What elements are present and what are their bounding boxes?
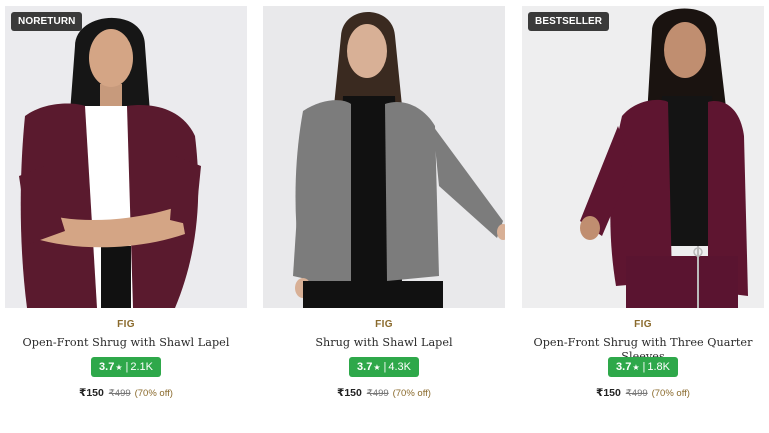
- product-name[interactable]: Open-Front Shrug with Three Quarter Slee…: [522, 336, 764, 363]
- star-icon: ★: [115, 363, 123, 372]
- mrp-price: ₹499: [366, 388, 389, 399]
- product-card[interactable]: NORETURN FIG Open-Front Shrug with Shawl…: [5, 6, 247, 406]
- product-image[interactable]: NORETURN: [5, 6, 247, 308]
- rating-separator: |: [383, 361, 387, 373]
- product-brand: FIG: [117, 319, 135, 330]
- product-card[interactable]: BESTSELLER FIG Open-Front Shrug with Thr…: [522, 6, 764, 406]
- product-grid: NORETURN FIG Open-Front Shrug with Shawl…: [0, 0, 769, 433]
- rating-badge: 3.7★ | 1.8K: [608, 357, 678, 377]
- rating-badge: 3.7★ | 4.3K: [349, 357, 419, 377]
- mrp-price: ₹499: [108, 388, 131, 399]
- selling-price: ₹150: [79, 387, 104, 399]
- product-image[interactable]: BESTSELLER: [522, 6, 764, 308]
- product-photo-illustration: [263, 6, 505, 308]
- product-brand: FIG: [634, 319, 652, 330]
- review-count: 2.1K: [130, 361, 153, 373]
- product-badge: BESTSELLER: [528, 12, 610, 31]
- selling-price: ₹150: [596, 387, 621, 399]
- price-row: ₹150 ₹499 (70% off): [5, 386, 247, 400]
- product-badge: NORETURN: [11, 12, 83, 31]
- rating-badge: 3.7★ | 2.1K: [91, 357, 161, 377]
- rating-score: 3.7: [357, 361, 373, 373]
- rating-separator: |: [125, 361, 129, 373]
- price-row: ₹150 ₹499 (70% off): [263, 386, 505, 400]
- product-photo-illustration: [5, 6, 247, 308]
- product-info: FIG Open-Front Shrug with Shawl Lapel 3.…: [5, 319, 247, 400]
- discount-text: (70% off): [134, 388, 173, 399]
- product-name[interactable]: Open-Front Shrug with Shawl Lapel: [5, 336, 247, 350]
- product-name[interactable]: Shrug with Shawl Lapel: [263, 336, 505, 350]
- product-card[interactable]: FIG Shrug with Shawl Lapel 3.7★ | 4.3K ₹15…: [263, 6, 505, 406]
- product-info: FIG Shrug with Shawl Lapel 3.7★ | 4.3K ₹15…: [263, 319, 505, 400]
- discount-text: (70% off): [651, 388, 690, 399]
- review-count: 1.8K: [647, 361, 670, 373]
- rating-score: 3.7: [99, 361, 115, 373]
- product-brand: FIG: [375, 319, 393, 330]
- product-info: FIG Open-Front Shrug with Three Quarter …: [522, 319, 764, 400]
- mrp-price: ₹499: [625, 388, 648, 399]
- price-row: ₹150 ₹499 (70% off): [522, 386, 764, 400]
- discount-text: (70% off): [392, 388, 431, 399]
- star-icon: ★: [373, 363, 381, 372]
- selling-price: ₹150: [337, 387, 362, 399]
- rating-separator: |: [642, 361, 646, 373]
- review-count: 4.3K: [388, 361, 411, 373]
- star-icon: ★: [632, 363, 640, 372]
- rating-score: 3.7: [616, 361, 632, 373]
- product-image[interactable]: [263, 6, 505, 308]
- product-photo-illustration: [522, 6, 764, 308]
